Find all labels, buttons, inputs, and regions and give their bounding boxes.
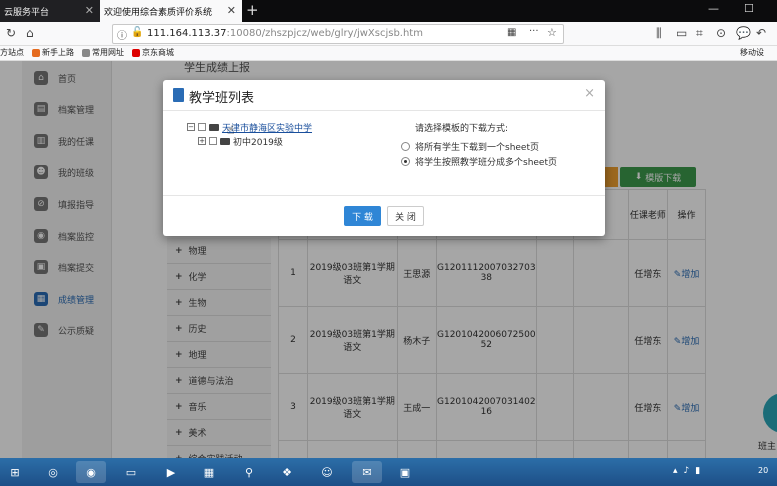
bookmarks-bar: 方站点 新手上路 常用网址 京东商城 移动设 [0, 46, 777, 61]
tree-child-label[interactable]: 初中2019级 [233, 135, 283, 148]
bookmark-newbie[interactable]: 新手上路 [32, 47, 74, 58]
video-app-icon[interactable]: ▦ [194, 461, 224, 483]
qr-icon[interactable]: ▦ [507, 27, 516, 38]
star-icon[interactable]: ☆ [547, 26, 557, 39]
browser-nav-bar: ↻ ⌂ ⓘ 🔓 111.164.113.37:10080/zhszpjcz/we… [0, 22, 777, 46]
folder-icon [220, 137, 230, 145]
maximize-icon[interactable]: ☐ [744, 2, 754, 15]
class-list-modal: 教学班列表 × − 天津市静海区实验中学 ☝ + 初中2019级 请选择模板的下… [163, 80, 605, 236]
document-icon [173, 88, 184, 102]
bookmark-label: 常用网址 [92, 48, 124, 57]
home-icon[interactable]: ⌂ [26, 26, 34, 40]
explorer-icon[interactable]: ▭ [116, 461, 146, 483]
modal-header: 教学班列表 × [163, 80, 605, 111]
bookmark-label: 方站点 [0, 48, 24, 57]
modal-title: 教学班列表 [189, 91, 255, 106]
windows-taskbar: ⊞ ◎ ◉ ▭ ▶ ▦ ⚲ ❖ ☺ ✉ ▣ ▴ ♪ ▮ 20 [0, 458, 777, 486]
tree-root-label[interactable]: 天津市静海区实验中学 [222, 121, 312, 134]
option-label: 将所有学生下载到一个sheet页 [415, 143, 539, 153]
download-button[interactable]: 下 载 [344, 206, 381, 226]
app-360-icon[interactable]: ◎ [38, 461, 68, 483]
bookmark-mobile[interactable]: 移动设 [740, 47, 764, 58]
tree-checkbox[interactable] [209, 137, 217, 145]
url-text[interactable]: 111.164.113.37:10080/zhszpjcz/web/glry/j… [147, 28, 423, 39]
network-icon[interactable]: ▮ [695, 466, 700, 476]
browser-tab-bar: 云服务平台 ✕ 欢迎使用综合素质评价系统 ✕ + — ☐ [0, 0, 777, 22]
clock[interactable]: 20 [758, 466, 768, 475]
back-icon[interactable]: ↶ [756, 26, 766, 40]
url-bar[interactable]: ⓘ 🔓 111.164.113.37:10080/zhszpjcz/web/gl… [112, 24, 564, 44]
bookmark-jd[interactable]: 京东商城 [132, 47, 174, 58]
start-icon[interactable]: ⊞ [2, 461, 28, 483]
expand-icon[interactable]: + [198, 137, 206, 145]
tab-label: 云服务平台 [4, 7, 50, 18]
library-icon[interactable]: ⫼ [656, 26, 662, 41]
close-button[interactable]: 关 闭 [387, 206, 424, 226]
close-icon[interactable]: ✕ [227, 4, 236, 17]
bookmark-label: 新手上路 [42, 48, 74, 57]
account-icon[interactable]: ⊙ [716, 26, 726, 40]
bookmark-label: 移动设 [740, 48, 764, 57]
lock-icon: 🔓 [131, 27, 144, 38]
close-icon[interactable]: ✕ [85, 4, 94, 17]
tree-root[interactable]: − 天津市静海区实验中学 ☝ [187, 120, 312, 137]
bookmark-site[interactable]: 方站点 [0, 47, 24, 58]
collapse-icon[interactable]: − [187, 123, 195, 131]
more-icon[interactable]: ··· [529, 26, 539, 37]
new-tab-icon[interactable]: + [246, 1, 259, 19]
folder-open-icon [209, 123, 219, 131]
screen-icon[interactable]: ▣ [390, 461, 420, 483]
tab-cloud-platform[interactable]: 云服务平台 ✕ [0, 0, 100, 22]
qq-icon[interactable]: ☺ [312, 461, 342, 483]
flag-icon[interactable]: ▴ [673, 466, 678, 476]
tab-label: 欢迎使用综合素质评价系统 [104, 7, 213, 18]
system-tray: ▴ ♪ ▮ [673, 466, 700, 476]
modal-footer: 下 载 关 闭 [163, 195, 605, 236]
firefox-icon [32, 48, 40, 57]
radio-multi-sheet[interactable] [401, 157, 410, 166]
option-single-sheet[interactable]: 将所有学生下载到一个sheet页 [401, 140, 539, 153]
minimize-icon[interactable]: — [708, 2, 719, 15]
search-icon[interactable]: ⚲ [234, 461, 264, 483]
radio-single-sheet[interactable] [401, 142, 410, 151]
bookmark-label: 京东商城 [142, 48, 174, 57]
chat-icon[interactable]: 💬 [736, 26, 751, 40]
tree-child[interactable]: + 初中2019级 [187, 134, 312, 148]
info-icon[interactable]: ⓘ [117, 27, 127, 42]
option-multi-sheet[interactable]: 将学生按照教学班分成多个sheet页 [401, 155, 557, 168]
download-mode-label: 请选择模板的下载方式: [415, 124, 509, 134]
folder-icon [82, 48, 90, 57]
firefox-icon[interactable]: ◉ [76, 461, 106, 483]
browser-app-icon[interactable]: ❖ [272, 461, 302, 483]
screenshot-icon[interactable]: ⌗ [696, 26, 703, 41]
jd-icon [132, 48, 140, 57]
media-icon[interactable]: ▶ [156, 461, 186, 483]
tab-evaluation-system[interactable]: 欢迎使用综合素质评价系统 ✕ [100, 0, 242, 22]
sidebar-icon[interactable]: ▭ [676, 26, 687, 40]
volume-icon[interactable]: ♪ [684, 466, 690, 476]
option-label: 将学生按照教学班分成多个sheet页 [415, 158, 557, 168]
mail-icon[interactable]: ✉ [352, 461, 382, 483]
bookmark-common[interactable]: 常用网址 [82, 47, 124, 58]
tree-checkbox[interactable] [198, 123, 206, 131]
class-tree: − 天津市静海区实验中学 ☝ + 初中2019级 [187, 120, 312, 148]
close-icon[interactable]: × [584, 86, 595, 101]
reload-icon[interactable]: ↻ [6, 26, 16, 40]
